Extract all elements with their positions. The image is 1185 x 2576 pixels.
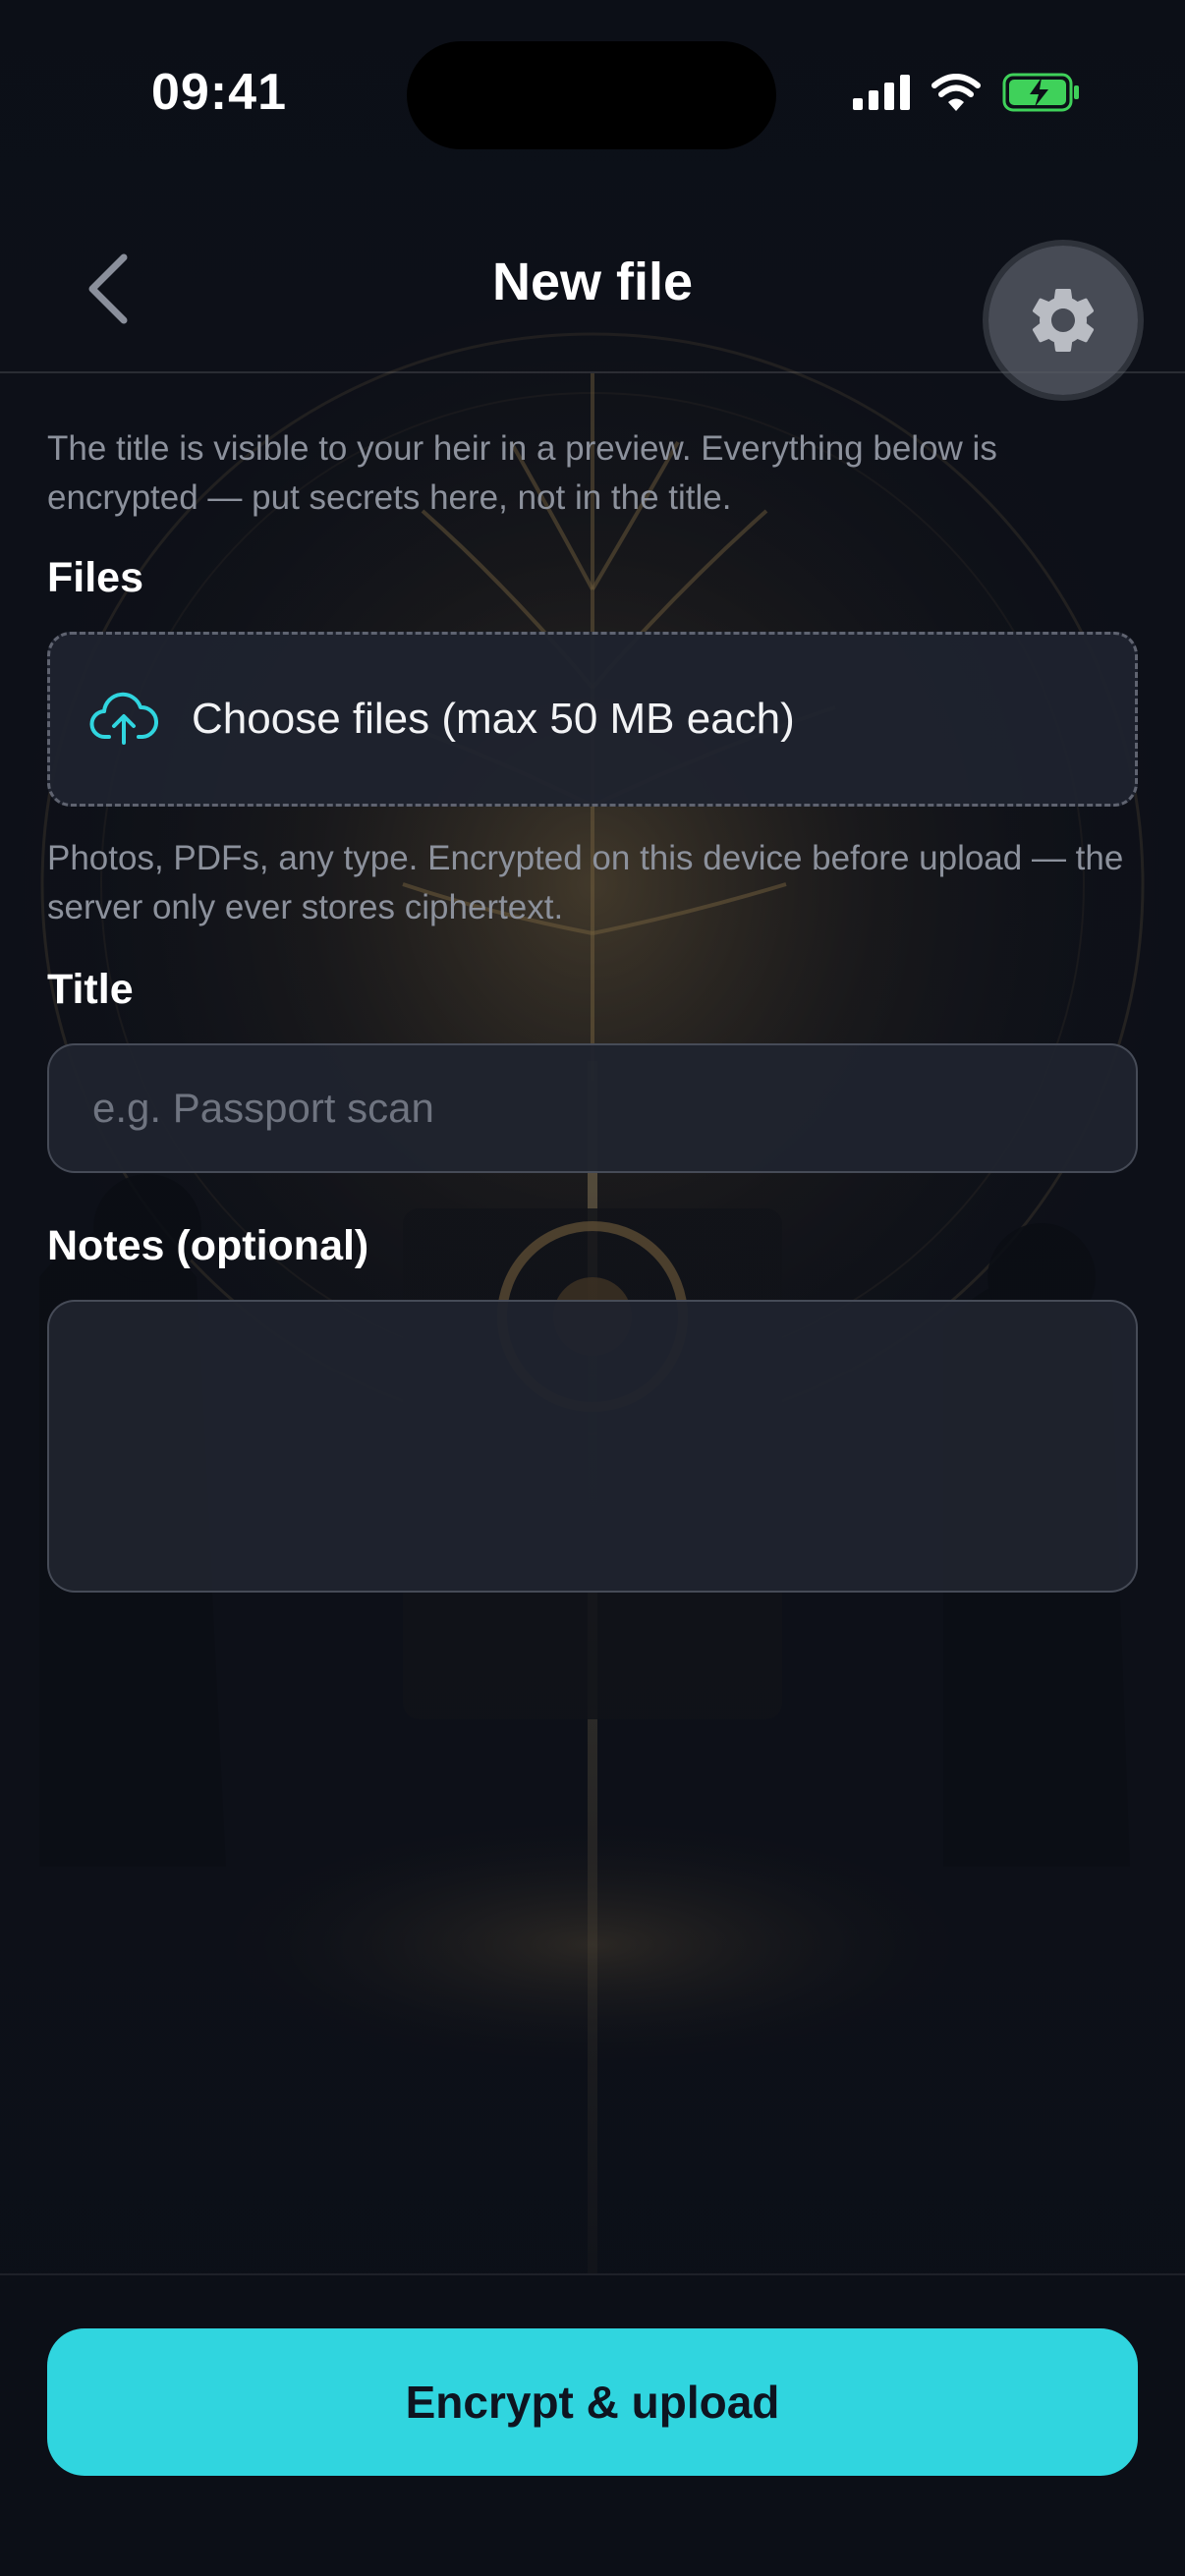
wifi-icon bbox=[931, 74, 981, 111]
nav-header: New file bbox=[0, 226, 1185, 395]
file-picker-button[interactable]: Choose files (max 50 MB each) bbox=[47, 632, 1138, 807]
form-content: The title is visible to your heir in a p… bbox=[47, 424, 1138, 1593]
files-help-text: Photos, PDFs, any type. Encrypted on thi… bbox=[47, 839, 1124, 926]
status-icons bbox=[853, 73, 1081, 112]
cloud-upload-icon bbox=[89, 692, 158, 745]
encrypt-upload-button[interactable]: Encrypt & upload bbox=[47, 2328, 1138, 2476]
title-input[interactable] bbox=[47, 1043, 1138, 1173]
settings-button[interactable] bbox=[988, 246, 1138, 395]
intro-text: The title is visible to your heir in a p… bbox=[47, 429, 997, 517]
file-picker-label: Choose files (max 50 MB each) bbox=[192, 695, 795, 743]
files-label: Files bbox=[47, 554, 143, 601]
bottom-action-bar: Encrypt & upload bbox=[0, 2273, 1185, 2576]
notes-label: Notes (optional) bbox=[47, 1222, 369, 1269]
title-label: Title bbox=[47, 966, 134, 1013]
cellular-signal-icon bbox=[853, 75, 910, 110]
gear-icon bbox=[1032, 289, 1095, 352]
dynamic-island bbox=[407, 41, 776, 149]
battery-charging-icon bbox=[1002, 73, 1079, 112]
status-bar: 09:41 bbox=[0, 0, 1185, 187]
notes-input[interactable] bbox=[47, 1300, 1138, 1593]
status-time: 09:41 bbox=[151, 64, 287, 121]
new-file-screen: 09:41 New file The title is visible to y… bbox=[0, 0, 1185, 2576]
